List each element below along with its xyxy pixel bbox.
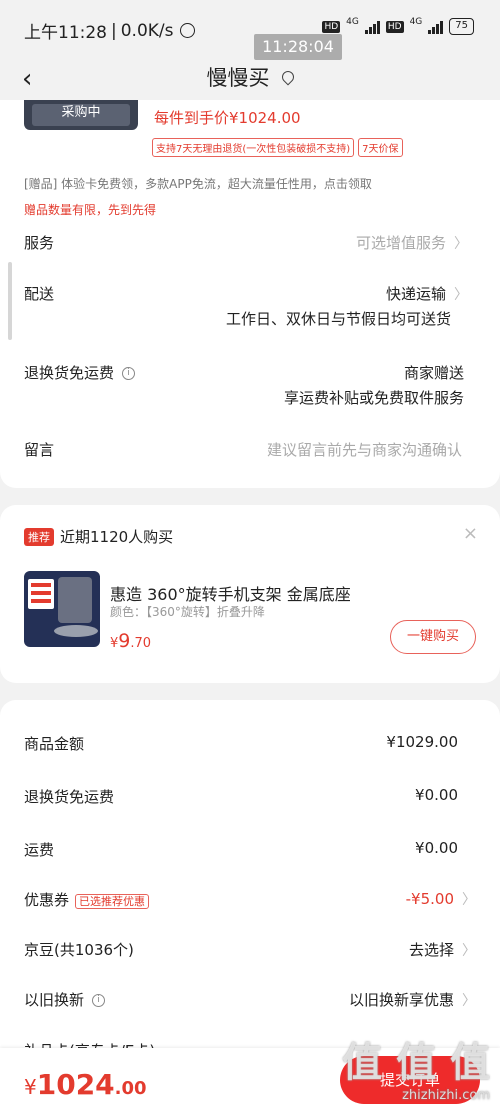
tradein-label: 以旧换新 <box>24 991 85 1009</box>
delivery-sub: 工作日、双休日与节假日均可送货 <box>225 310 451 328</box>
gift-warning: 赠品数量有限，先到先得 <box>24 203 157 217</box>
info-icon[interactable]: i <box>92 994 106 1007</box>
status-bar: 上午11:28 | 0.0K/s HD 4G HD 4G 75 <box>0 0 500 56</box>
thumbnail-label: 采购中 <box>61 105 101 120</box>
alarm-icon <box>179 23 195 38</box>
goods-amount-label: 商品金额 <box>24 735 85 753</box>
return-freight-summary-row: 退换货免运费 ¥0.00 <box>24 786 458 807</box>
return-freight-label: 退换货免运费 <box>24 364 115 382</box>
coupon-row[interactable]: 优惠券 已选推荐优惠 -¥5.00 〉 <box>24 889 476 910</box>
service-label: 服务 <box>24 234 55 252</box>
recommend-card: 推荐 近期1120人购买 × 惠造 360°旋转手机支架 金属底座 颜色：【36… <box>0 505 500 683</box>
product-price: ¥9.70 <box>110 630 152 652</box>
watermark: 值 值 值 zhizhizhi.com <box>342 1040 490 1103</box>
shipping-label: 运费 <box>24 841 55 859</box>
recommend-title: 近期1120人购买 <box>60 528 174 546</box>
signal-4g-label: 4G <box>409 16 423 27</box>
shipping-value: ¥0.00 <box>415 839 458 857</box>
price-protect-tag: 7天价保 <box>358 138 403 157</box>
order-info-card: 采购中 每件到手价¥1024.00 支持7天无理由退货(一次性包装破损不支持) … <box>0 100 500 488</box>
product-color: 颜色：【360°旋转】折叠升降 <box>110 605 265 619</box>
jingdou-row[interactable]: 京豆(共1036个) 去选择〉 <box>24 939 476 960</box>
goods-amount-value: ¥1029.00 <box>386 733 458 751</box>
return-freight-sub: 享运费补贴或免费取件服务 <box>283 389 464 407</box>
clock-text: 上午11:28 <box>24 23 107 43</box>
service-value: 可选增值服务 <box>355 234 446 252</box>
coupon-tag: 已选推荐优惠 <box>75 894 150 909</box>
hd-icon: HD <box>322 20 341 33</box>
return-freight-summary-value: ¥0.00 <box>415 786 458 804</box>
location-pin-icon[interactable] <box>279 68 296 86</box>
delivery-value: 快递运输 <box>385 285 446 303</box>
scroll-indicator <box>8 262 12 340</box>
nav-bar: ‹ 慢慢买 <box>0 56 500 100</box>
message-input[interactable]: 建议留言前先与商家沟通确认 <box>267 439 462 460</box>
coupon-value: -¥5.00 <box>405 890 454 908</box>
jingdou-value: 去选择 <box>408 941 454 959</box>
signal-bars-icon <box>364 20 380 34</box>
jingdou-label: 京豆(共1036个) <box>24 941 134 959</box>
status-right: HD 4G HD 4G 75 <box>322 16 474 35</box>
one-click-buy-button[interactable]: 一键购买 <box>390 620 476 654</box>
tradein-row[interactable]: 以旧换新 i 以旧换新享优惠〉 <box>24 989 476 1010</box>
recommend-badge: 推荐 <box>24 528 54 546</box>
status-left: 上午11:28 | 0.0K/s <box>24 18 195 43</box>
shipping-row: 运费 ¥0.00 <box>24 839 458 860</box>
chevron-right-icon: 〉 <box>454 287 468 303</box>
chevron-right-icon: 〉 <box>462 892 476 908</box>
coupon-label: 优惠券 <box>24 891 70 909</box>
chevron-right-icon: 〉 <box>454 236 468 252</box>
product-image[interactable] <box>24 571 100 647</box>
chevron-right-icon: 〉 <box>462 993 476 1009</box>
net-speed: 0.0K/s <box>120 20 174 41</box>
return-policy-tag: 支持7天无理由退货(一次性包装破损不支持) <box>152 138 355 157</box>
battery-icon: 75 <box>449 18 474 35</box>
tradein-value: 以旧换新享优惠 <box>348 991 454 1009</box>
info-icon[interactable]: i <box>122 367 136 380</box>
delivery-label: 配送 <box>24 285 55 303</box>
return-freight-value: 商家赠送 <box>403 364 464 382</box>
service-tags: 支持7天无理由退货(一次性包装破损不支持) 7天价保 <box>152 138 403 157</box>
total-price: ¥1024.00 <box>24 1068 147 1101</box>
product-thumbnail[interactable]: 采购中 <box>24 100 138 130</box>
page-title: 慢慢买 <box>0 62 500 92</box>
signal-bars-icon <box>428 20 444 34</box>
hd-icon: HD <box>385 20 404 33</box>
unit-price: 每件到手价¥1024.00 <box>154 109 301 127</box>
close-icon[interactable]: × <box>463 523 478 544</box>
goods-amount-row: 商品金额 ¥1029.00 <box>24 733 458 754</box>
message-label: 留言 <box>24 441 55 459</box>
signal-4g-label: 4G <box>346 16 359 27</box>
product-name[interactable]: 惠造 360°旋转手机支架 金属底座 <box>110 581 351 605</box>
return-freight-summary-label: 退换货免运费 <box>24 788 115 806</box>
gift-info[interactable]: [赠品] 体验卡免费领，多款APP免流，超大流量任性用，点击领取 <box>24 175 372 192</box>
chevron-right-icon: 〉 <box>462 943 476 959</box>
